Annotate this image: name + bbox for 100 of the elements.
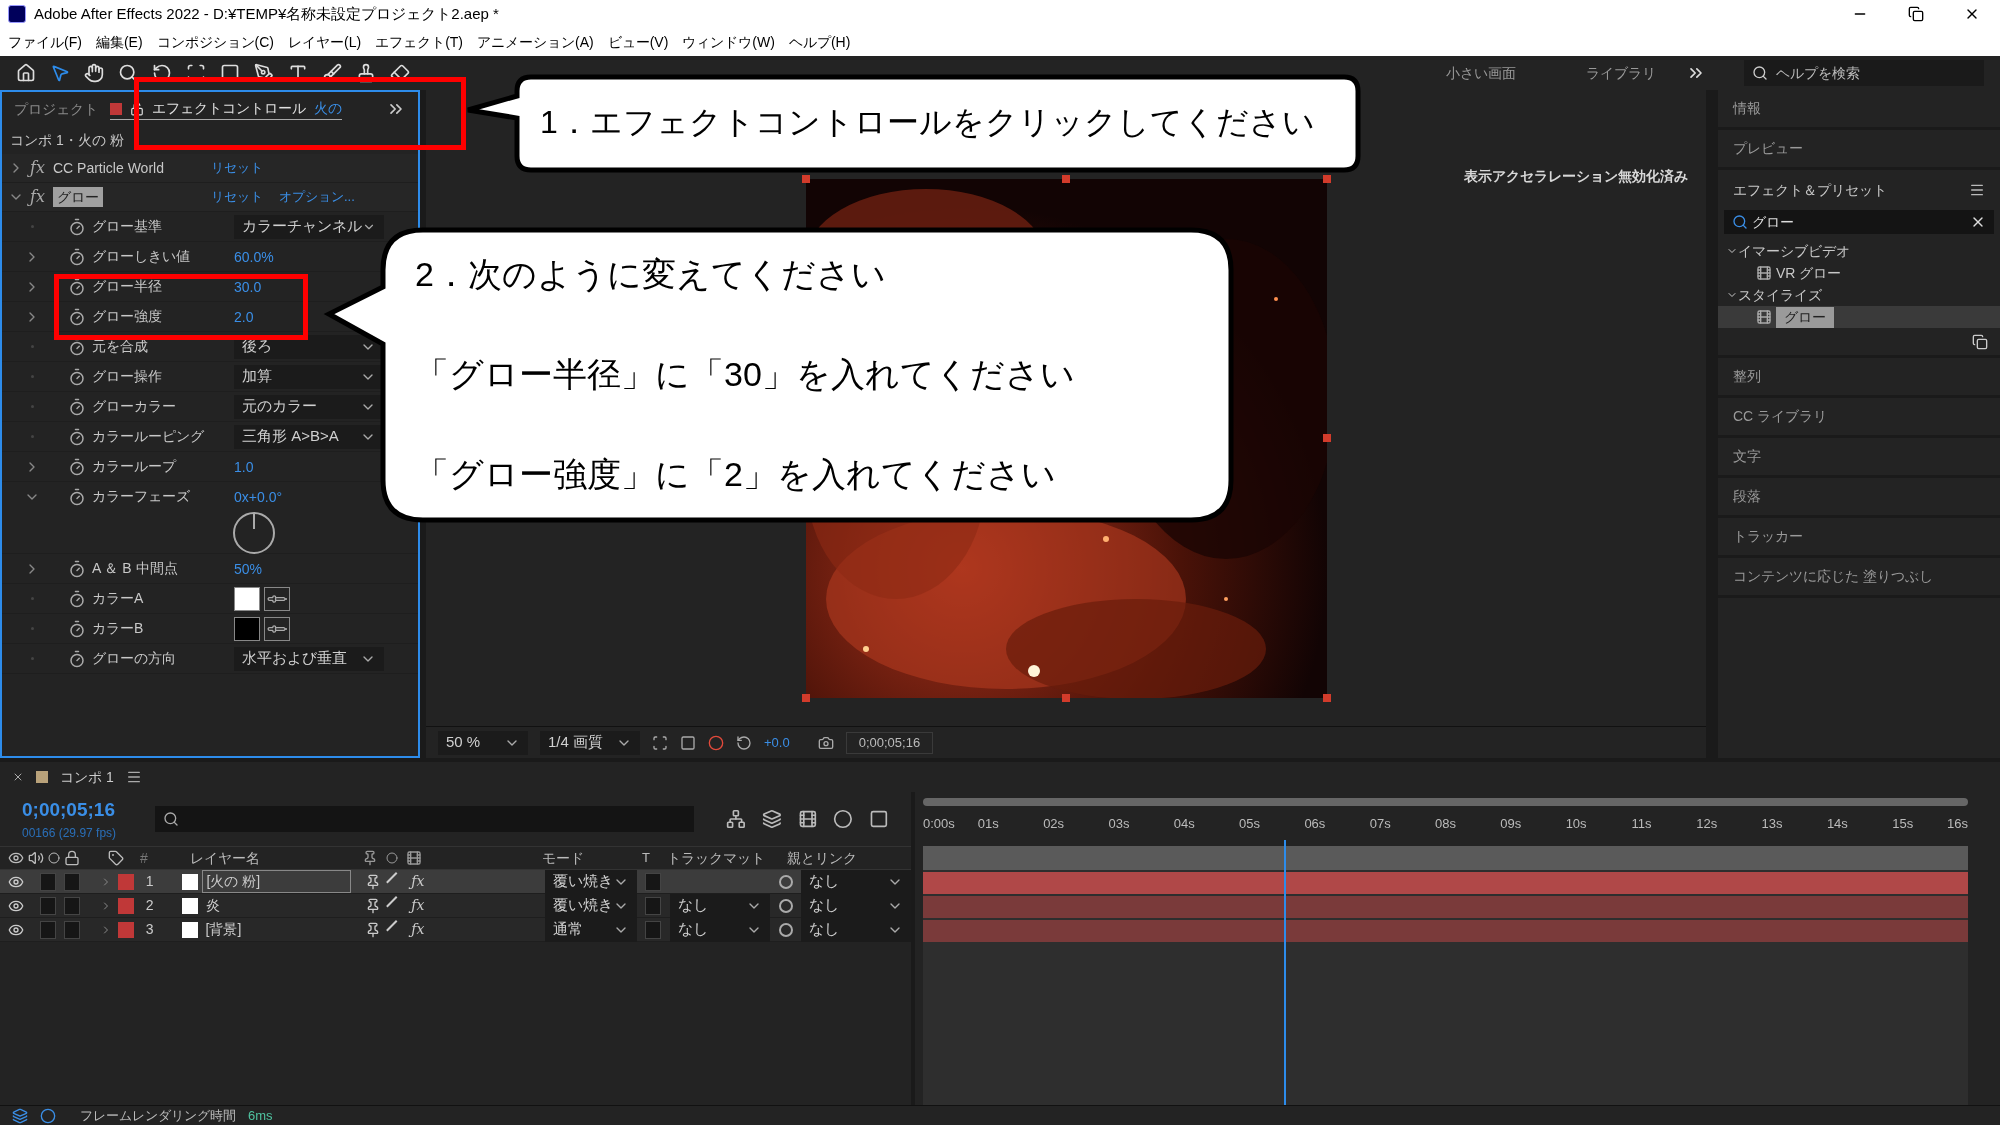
value-text[interactable]: 2.0: [234, 308, 254, 325]
layer-name[interactable]: [背景]: [201, 919, 352, 940]
panel-header[interactable]: コンテンツに応じた 塗りつぶし: [1718, 558, 2000, 598]
timecode[interactable]: 0;00;05;16: [22, 795, 139, 825]
property-name: グロー半径: [92, 277, 163, 296]
property-name: グローの方向: [92, 649, 177, 668]
layer-row[interactable]: 3 [背景] ƒx 通常 なし なし: [0, 918, 911, 942]
panel-header[interactable]: エフェクト＆プリセット: [1733, 179, 1887, 201]
panel-tab[interactable]: エフェクトコントロール 火の: [110, 98, 342, 120]
dropdown[interactable]: 元のカラー: [234, 394, 384, 419]
tree-item[interactable]: グロー: [1718, 306, 2000, 328]
menu-item[interactable]: ファイル(F): [8, 31, 82, 53]
panel-header[interactable]: トラッカー: [1718, 518, 2000, 558]
dropdown[interactable]: カラーチャンネル: [234, 214, 384, 239]
status-text: 表示アクセラレーション無効化済み: [1464, 167, 1688, 186]
dropdown[interactable]: 水平および垂直: [234, 646, 384, 671]
property-name: カラーB: [92, 619, 145, 638]
property-name: 元を合成: [92, 337, 149, 356]
panel-header[interactable]: プレビュー: [1718, 130, 2000, 170]
ruler-label: 12s: [1696, 815, 1718, 833]
value-text[interactable]: 30.0: [234, 278, 262, 295]
ruler-label: 0:00s: [923, 815, 955, 833]
ruler-label: 14s: [1826, 815, 1848, 833]
panel-header[interactable]: CC ライブラリ: [1718, 398, 2000, 438]
column-header[interactable]: レイヤー名: [190, 847, 362, 869]
ruler-label: 13s: [1761, 815, 1783, 833]
search-field[interactable]: グロー: [1724, 210, 1994, 234]
property-name: カラーループ: [92, 457, 178, 476]
dropdown[interactable]: なし: [669, 917, 770, 942]
dropdown[interactable]: 三角形 A>B>A: [234, 424, 384, 449]
workspace-tab[interactable]: ライブラリ: [1586, 62, 1656, 84]
layer-name[interactable]: 炎: [201, 895, 352, 916]
timecode-field[interactable]: 0;00;05;16: [845, 731, 934, 754]
ruler-label: 08s: [1435, 815, 1456, 833]
ruler-label: 05s: [1239, 815, 1261, 833]
menu-item[interactable]: 編集(E): [95, 31, 143, 53]
effect-name[interactable]: CC Particle World: [52, 157, 211, 179]
layer-row[interactable]: 2 炎 ƒx 覆い焼き なし なし: [0, 894, 911, 918]
dropdown[interactable]: 50 %: [438, 730, 528, 755]
column-header[interactable]: トラックマット: [667, 847, 787, 869]
menu-item[interactable]: エフェクト(T): [375, 31, 463, 53]
property-name: カラーA: [92, 589, 145, 608]
dropdown[interactable]: 通常: [544, 917, 637, 942]
tree-item[interactable]: VR グロー: [1718, 262, 2000, 284]
dropdown[interactable]: 覆い焼き: [544, 869, 637, 894]
dropdown[interactable]: なし: [801, 869, 911, 894]
ruler-label: 07s: [1369, 815, 1391, 833]
menu-item[interactable]: アニメーション(A): [477, 31, 594, 53]
panel-tab[interactable]: コンポ 1: [60, 766, 114, 788]
panel-header[interactable]: 段落: [1718, 478, 2000, 518]
panel-tab[interactable]: プロジェクト: [14, 98, 98, 120]
layer-row[interactable]: 1 [火の 粉] ƒx 覆い焼き なし: [0, 870, 911, 894]
dropdown[interactable]: なし: [669, 893, 770, 918]
exposure-value[interactable]: +0.0: [764, 732, 790, 753]
tree-folder[interactable]: イマーシブビデオ: [1718, 240, 2000, 262]
menu-item[interactable]: コンポジション(C): [156, 31, 274, 53]
ruler-label: 16s: [1947, 815, 1968, 833]
layer-number: 3: [145, 920, 155, 939]
ruler-label: 10s: [1565, 815, 1587, 833]
dropdown[interactable]: 加算: [234, 364, 384, 389]
menu-item[interactable]: ウィンドウ(W): [682, 31, 775, 53]
effect-name[interactable]: グロー: [52, 186, 211, 208]
ruler-label: 01s: [977, 815, 999, 833]
property-name: グロー基準: [92, 217, 163, 236]
layer-name[interactable]: [火の 粉]: [201, 870, 352, 893]
reset-link[interactable]: リセット: [210, 158, 263, 178]
menu-item[interactable]: レイヤー(L): [288, 31, 362, 53]
breadcrumb: コンポ 1・火の 粉: [9, 130, 125, 150]
dropdown[interactable]: 1/4 画質: [540, 730, 640, 755]
workspace-tab[interactable]: 小さい画面: [1446, 62, 1516, 84]
property-name: カラールーピング: [92, 427, 205, 446]
reset-link[interactable]: リセット: [210, 187, 263, 207]
menu-item[interactable]: ビュー(V): [607, 31, 669, 53]
property-name: A ＆ B 中間点: [92, 559, 179, 578]
options-link[interactable]: オプション...: [278, 187, 355, 207]
value-text[interactable]: 0x+0.0°: [234, 488, 283, 505]
column-header: #: [140, 848, 149, 868]
dropdown[interactable]: なし: [801, 917, 911, 942]
ruler-label: 04s: [1173, 815, 1195, 833]
property-name: カラーフェーズ: [92, 487, 191, 506]
callout-text: 2．次のように変えてください: [415, 254, 887, 295]
panel-header[interactable]: 情報: [1718, 90, 2000, 130]
callout-text: 「グロー半径」に「30」を入れてください: [415, 354, 1075, 395]
value-text[interactable]: 50%: [234, 560, 263, 577]
search-field[interactable]: ヘルプを検索: [1744, 60, 1984, 86]
column-header[interactable]: モード: [542, 847, 642, 869]
menu-item[interactable]: ヘルプ(H): [788, 31, 851, 53]
ruler-label: 11s: [1631, 815, 1652, 833]
dropdown[interactable]: 覆い焼き: [544, 893, 637, 918]
panel-header[interactable]: 整列: [1718, 358, 2000, 398]
column-header[interactable]: T: [642, 848, 667, 868]
frame-info: 00166 (29.97 fps): [22, 825, 118, 843]
value-text[interactable]: 60.0%: [234, 248, 274, 265]
value-text[interactable]: 1.0: [234, 458, 254, 475]
tree-folder[interactable]: スタイライズ: [1718, 284, 2000, 306]
window-title: Adobe After Effects 2022 - D:¥TEMP¥名称未設定プロジェクト2.aep *: [34, 3, 499, 24]
property-name: グローカラー: [92, 397, 177, 416]
column-header[interactable]: 親とリンク: [787, 847, 907, 869]
dropdown[interactable]: なし: [801, 893, 911, 918]
panel-header[interactable]: 文字: [1718, 438, 2000, 478]
